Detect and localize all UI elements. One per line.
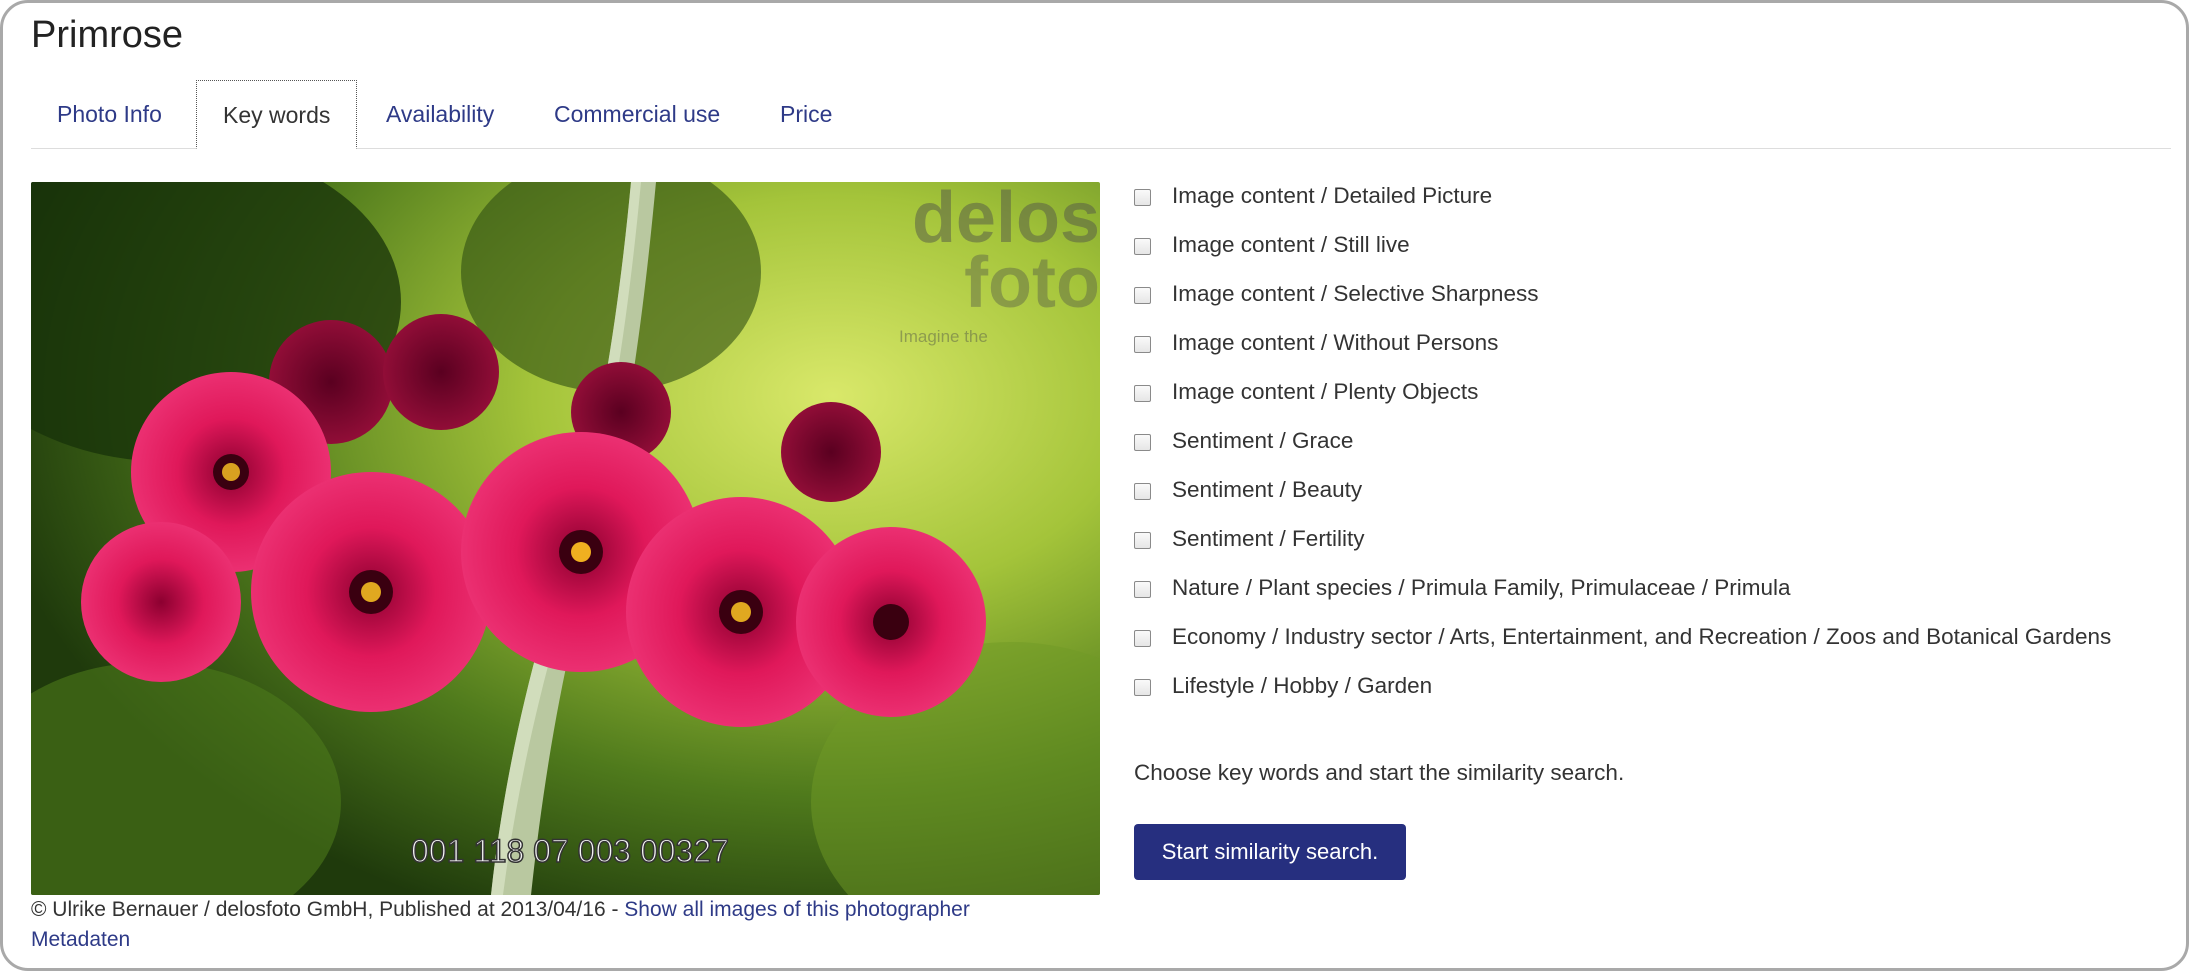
keyword-label: Image content / Without Persons (1172, 330, 1499, 355)
page-title: Primrose (31, 14, 184, 56)
keyword-label: Lifestyle / Hobby / Garden (1172, 673, 1433, 698)
keyword-checkbox[interactable] (1134, 679, 1151, 696)
keyword-label: Sentiment / Beauty (1172, 477, 1363, 502)
keyword-label: Economy / Industry sector / Arts, Entert… (1172, 624, 2112, 649)
photo-credit: © Ulrike Bernauer / delosfoto GmbH, Publ… (31, 898, 970, 922)
keyword-checkbox[interactable] (1134, 532, 1151, 549)
keyword-item[interactable]: Image content / Plenty Objects (1134, 379, 2111, 431)
svg-text:foto: foto (964, 243, 1100, 323)
metadata-row: Metadaten (31, 928, 130, 952)
keyword-item[interactable]: Image content / Selective Sharpness (1134, 281, 2111, 333)
photographer-images-link[interactable]: Show all images of this photographer (624, 898, 970, 921)
metadata-link[interactable]: Metadaten (31, 928, 130, 951)
keyword-item[interactable]: Image content / Still live (1134, 232, 2111, 284)
keyword-item[interactable]: Image content / Detailed Picture (1134, 183, 2111, 235)
tab-commercial-use[interactable]: Commercial use (528, 80, 746, 148)
keyword-label: Nature / Plant species / Primula Family,… (1172, 575, 1791, 600)
keyword-list: Image content / Detailed Picture Image c… (1134, 183, 2111, 725)
keyword-item[interactable]: Image content / Without Persons (1134, 330, 2111, 382)
keyword-checkbox[interactable] (1134, 581, 1151, 598)
credit-text: © Ulrike Bernauer / delosfoto GmbH, Publ… (31, 898, 625, 921)
tab-availability[interactable]: Availability (360, 80, 520, 148)
keyword-label: Sentiment / Grace (1172, 428, 1354, 453)
primrose-photo-image: delos foto Imagine the 001 118 07 003 00… (31, 182, 1100, 895)
watermark-tagline: Imagine the (899, 327, 988, 346)
keyword-item[interactable]: Economy / Industry sector / Arts, Entert… (1134, 624, 2111, 676)
keyword-label: Image content / Detailed Picture (1172, 183, 1493, 208)
keyword-item[interactable]: Lifestyle / Hobby / Garden (1134, 673, 2111, 725)
keyword-checkbox[interactable] (1134, 189, 1151, 206)
keyword-item[interactable]: Sentiment / Grace (1134, 428, 2111, 480)
keyword-label: Image content / Still live (1172, 232, 1410, 257)
image-number: 001 118 07 003 00327 (411, 833, 729, 869)
keyword-checkbox[interactable] (1134, 434, 1151, 451)
tab-key-words[interactable]: Key words (196, 80, 358, 149)
keyword-item[interactable]: Nature / Plant species / Primula Family,… (1134, 575, 2111, 627)
keyword-checkbox[interactable] (1134, 336, 1151, 353)
keyword-label: Sentiment / Fertility (1172, 526, 1365, 551)
keyword-checkbox[interactable] (1134, 385, 1151, 402)
keyword-checkbox[interactable] (1134, 287, 1151, 304)
product-photo[interactable]: delos foto Imagine the 001 118 07 003 00… (31, 182, 1100, 895)
keyword-item[interactable]: Sentiment / Fertility (1134, 526, 2111, 578)
search-hint: Choose key words and start the similarit… (1134, 760, 1625, 785)
keyword-label: Image content / Selective Sharpness (1172, 281, 1539, 306)
tab-price[interactable]: Price (754, 80, 858, 148)
tab-photo-info[interactable]: Photo Info (31, 80, 188, 148)
keyword-label: Image content / Plenty Objects (1172, 379, 1479, 404)
keyword-checkbox[interactable] (1134, 238, 1151, 255)
keyword-item[interactable]: Sentiment / Beauty (1134, 477, 2111, 529)
tab-bar: Photo Info Key words Availability Commer… (31, 80, 2171, 149)
keyword-checkbox[interactable] (1134, 483, 1151, 500)
start-similarity-search-button[interactable]: Start similarity search. (1134, 824, 1406, 880)
keyword-checkbox[interactable] (1134, 630, 1151, 647)
